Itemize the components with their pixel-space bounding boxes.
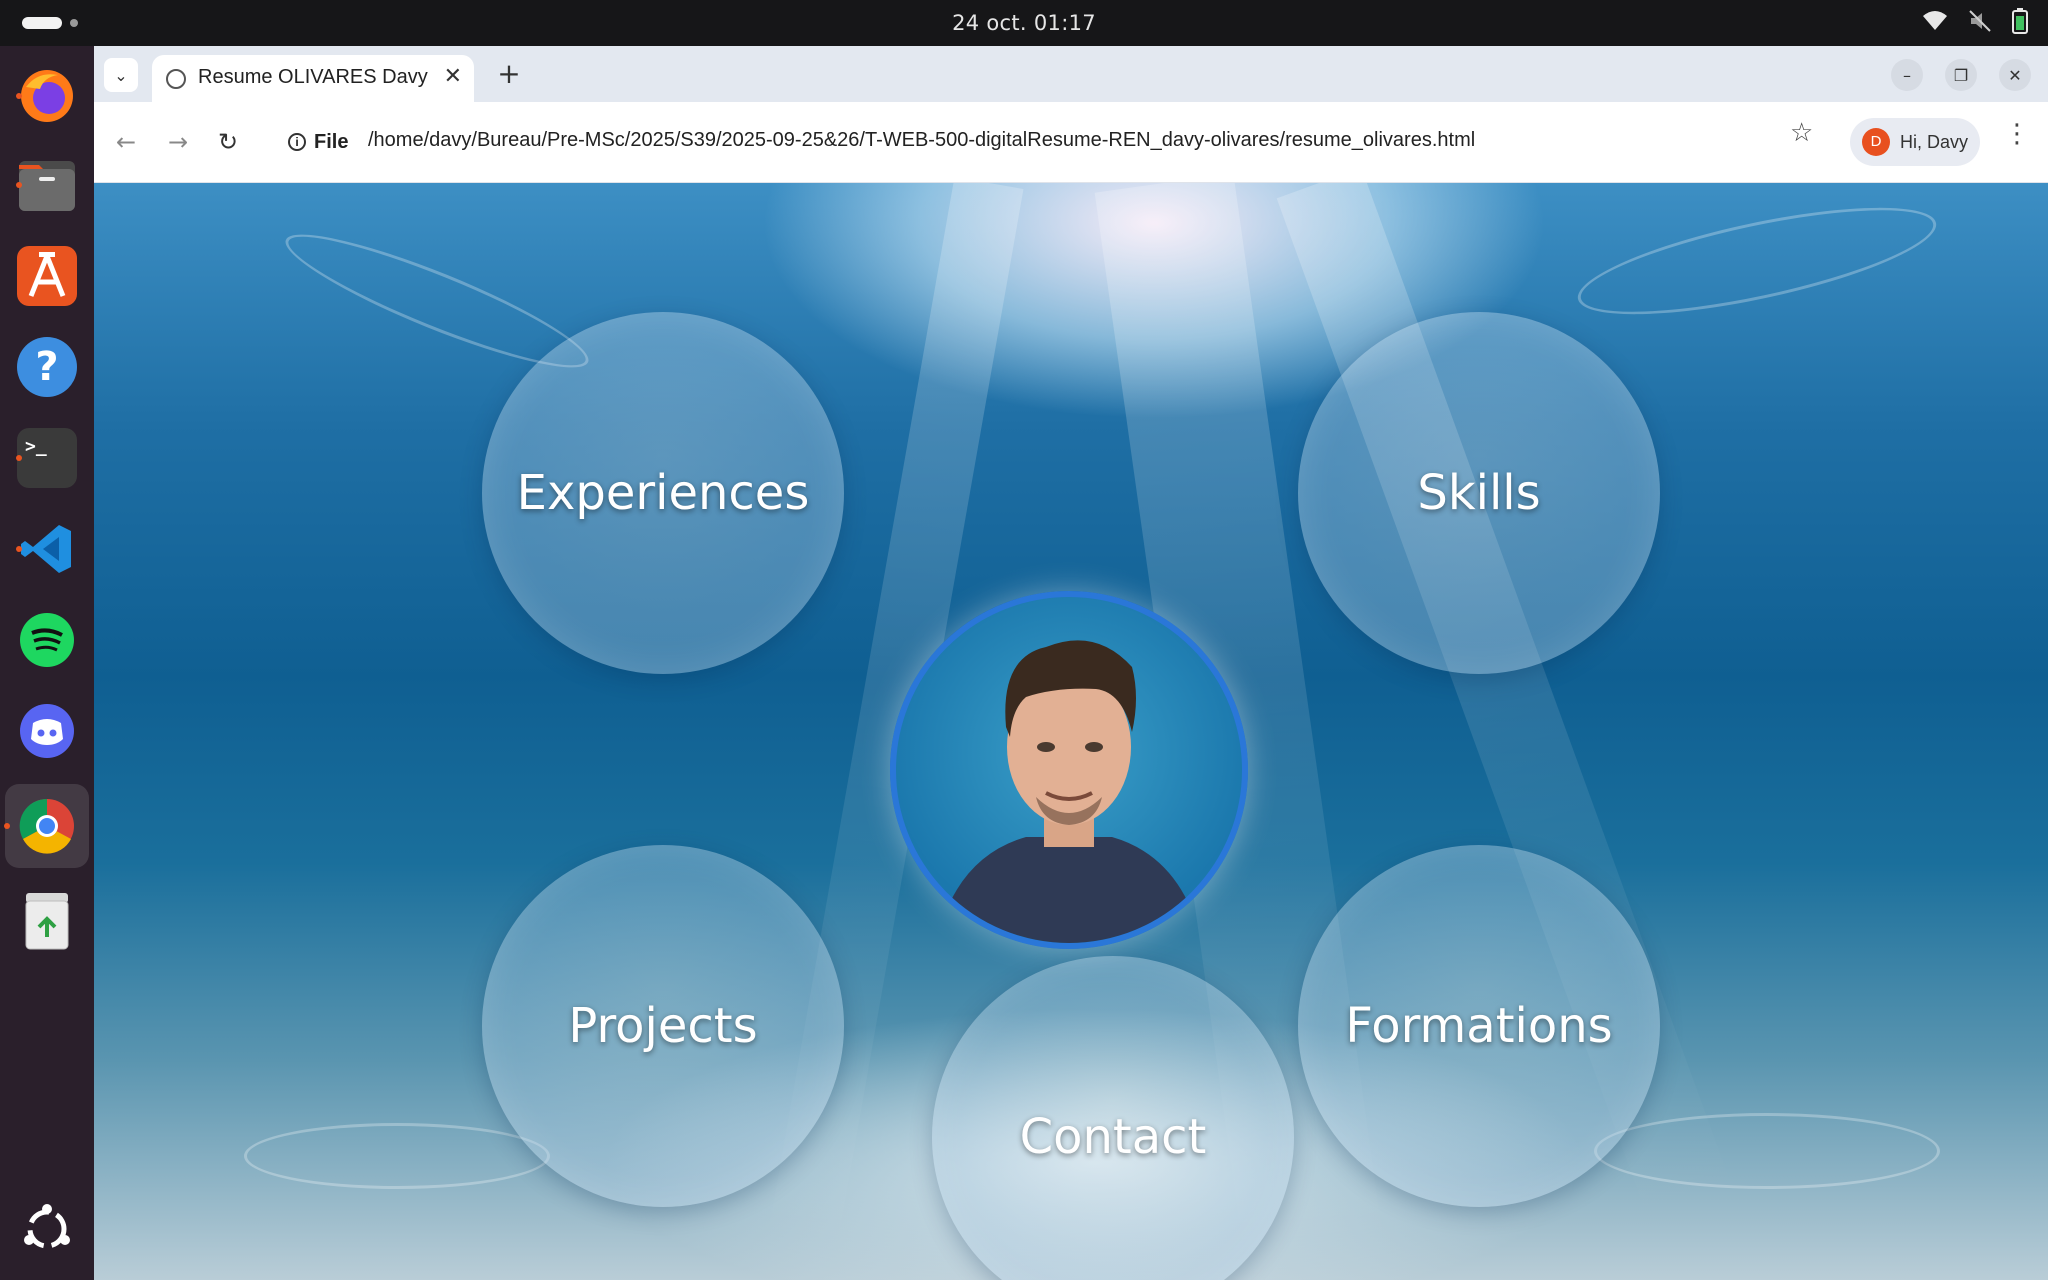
chevron-down-icon: ⌄ <box>114 65 128 85</box>
profile-photo <box>890 591 1248 949</box>
dock-item-discord[interactable] <box>12 696 82 766</box>
terminal-icon: >_ <box>17 428 77 488</box>
firefox-icon <box>17 66 77 126</box>
dock-item-app-center[interactable] <box>12 241 82 311</box>
clock[interactable]: 24 oct. 01:17 <box>0 0 2048 46</box>
close-tab-icon[interactable]: ✕ <box>444 64 462 89</box>
ubuntu-logo-icon <box>17 1199 77 1259</box>
nav-label-projects: Projects <box>568 998 758 1054</box>
back-button[interactable]: ← <box>108 124 144 160</box>
nav-bubble-experiences[interactable]: Experiences <box>482 312 844 674</box>
scheme-label: File <box>314 130 349 153</box>
dock: ? >_ <box>0 46 94 1280</box>
running-indicator <box>16 182 22 188</box>
person-portrait-image <box>936 640 1202 943</box>
running-indicator <box>16 93 22 99</box>
minimize-button[interactable]: – <box>1891 59 1923 91</box>
files-icon <box>17 155 77 215</box>
trash-icon <box>17 891 77 951</box>
dock-item-firefox[interactable] <box>12 61 82 131</box>
system-top-bar: 24 oct. 01:17 <box>0 0 2048 46</box>
help-icon: ? <box>17 337 77 397</box>
avatar: D <box>1862 128 1890 156</box>
restore-button[interactable]: ❐ <box>1945 59 1977 91</box>
close-window-button[interactable]: ✕ <box>1999 59 2031 91</box>
nav-bubble-formations[interactable]: Formations <box>1298 845 1660 1207</box>
system-tray[interactable] <box>1922 8 2028 38</box>
kebab-menu-icon[interactable]: ⋮ <box>2004 121 2030 147</box>
tab-active[interactable]: Resume OLIVARES Davy ✕ <box>152 55 474 102</box>
reload-button[interactable]: ↻ <box>210 124 246 160</box>
dock-item-help[interactable]: ? <box>12 332 82 402</box>
forward-button[interactable]: → <box>160 124 196 160</box>
site-info-chip[interactable]: i File <box>276 124 360 160</box>
browser-toolbar: ← → ↻ i File /home/davy/Bureau/Pre-MSc/2… <box>94 102 2048 183</box>
wifi-icon[interactable] <box>1922 10 1948 36</box>
profile-button[interactable]: D Hi, Davy <box>1850 118 1980 166</box>
vscode-icon <box>17 519 77 579</box>
tab-title: Resume OLIVARES Davy <box>198 66 428 88</box>
app-center-icon <box>17 246 77 306</box>
tab-search-button[interactable]: ⌄ <box>104 58 138 92</box>
discord-icon <box>17 701 77 761</box>
browser-window: ⌄ Resume OLIVARES Davy ✕ + – ❐ ✕ ← → ↻ i… <box>94 46 2048 1280</box>
running-indicator <box>16 546 22 552</box>
profile-label: Hi, Davy <box>1900 131 1969 152</box>
nav-label-experiences: Experiences <box>516 465 810 521</box>
chrome-icon <box>17 796 77 856</box>
dock-item-terminal[interactable]: >_ <box>12 423 82 493</box>
nav-label-formations: Formations <box>1345 998 1613 1054</box>
dock-item-chrome[interactable] <box>4 784 89 868</box>
water-caustic <box>1594 1113 1940 1189</box>
page-viewport: Experiences Skills Projects Formations C… <box>94 183 2048 1280</box>
bookmark-star-icon[interactable]: ☆ <box>1790 118 1813 148</box>
url-text[interactable]: /home/davy/Bureau/Pre-MSc/2025/S39/2025-… <box>368 129 1475 152</box>
tab-strip: ⌄ Resume OLIVARES Davy ✕ + – ❐ ✕ <box>94 46 2048 102</box>
address-bar[interactable]: i File /home/davy/Bureau/Pre-MSc/2025/S3… <box>270 118 1870 166</box>
dock-item-files[interactable] <box>12 150 82 220</box>
dock-item-trash[interactable] <box>12 886 82 956</box>
info-icon: i <box>288 133 306 151</box>
show-apps-button[interactable] <box>12 1194 82 1264</box>
water-caustic <box>1570 185 1944 337</box>
nav-label-contact: Contact <box>1019 1109 1207 1165</box>
spotify-icon <box>17 610 77 670</box>
new-tab-button[interactable]: + <box>492 58 526 92</box>
battery-icon[interactable] <box>2012 8 2028 38</box>
globe-icon <box>166 69 186 89</box>
nav-bubble-projects[interactable]: Projects <box>482 845 844 1207</box>
nav-bubble-skills[interactable]: Skills <box>1298 312 1660 674</box>
dock-item-vscode[interactable] <box>12 514 82 584</box>
nav-label-skills: Skills <box>1417 465 1541 521</box>
dock-item-spotify[interactable] <box>12 605 82 675</box>
running-indicator <box>4 823 10 829</box>
running-indicator <box>16 455 22 461</box>
water-caustic <box>244 1123 550 1189</box>
volume-muted-icon[interactable] <box>1968 9 1992 37</box>
